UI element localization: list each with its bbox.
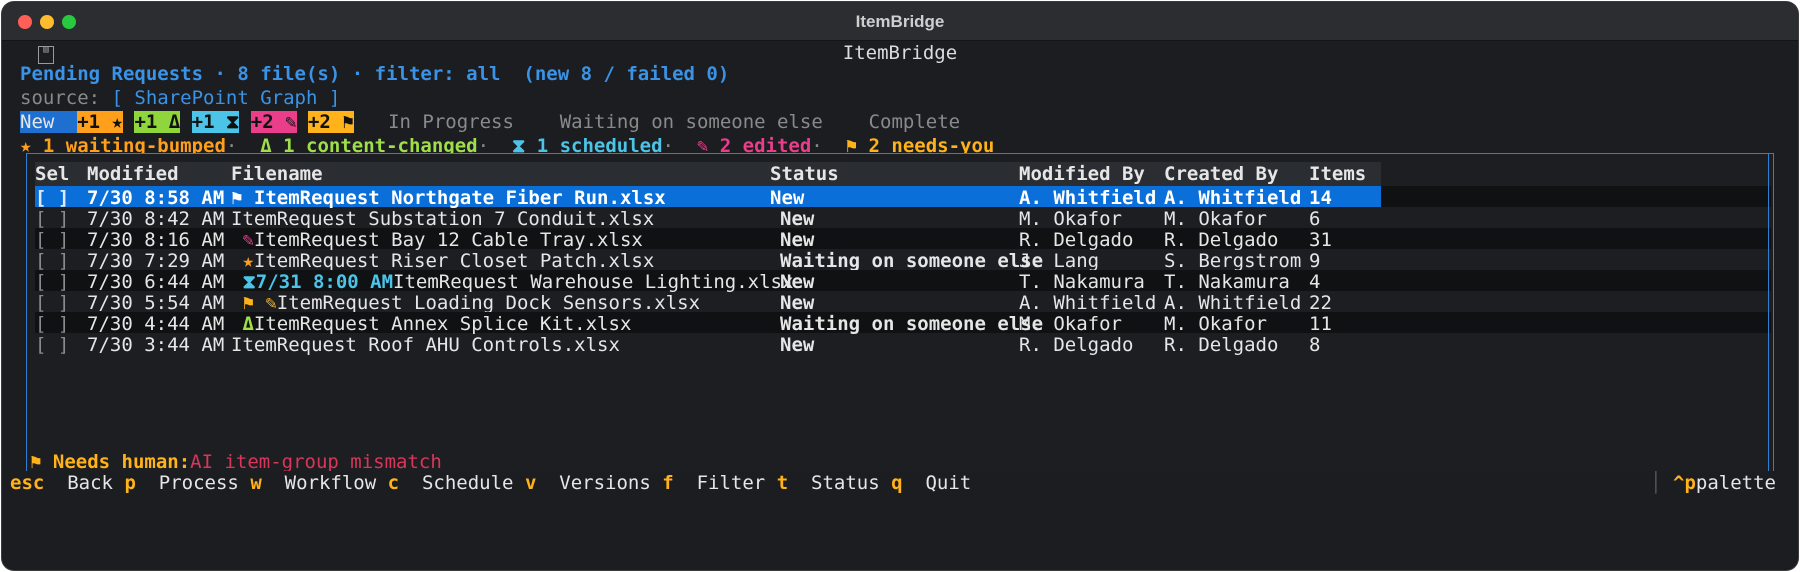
- col-modified[interactable]: Modified: [87, 162, 179, 186]
- requests-panel: Sel Modified Filename Status Modified By…: [26, 153, 1774, 487]
- titlebar: ItemBridge: [2, 2, 1798, 41]
- cell-created-by: R. Delgado: [1164, 334, 1279, 356]
- key-t[interactable]: t: [777, 472, 788, 494]
- delta-icon: Δ: [231, 313, 254, 335]
- col-status[interactable]: Status: [770, 162, 839, 186]
- tab-new[interactable]: New: [20, 111, 78, 133]
- cell-filename: ItemRequest Roof AHU Controls.xlsx: [231, 334, 620, 356]
- terminal-area: ▤ ItemBridge Pending Requests · 8 file(s…: [2, 41, 1798, 570]
- palette-hint[interactable]: │ ^ppalette: [1650, 471, 1776, 495]
- header-line: Pending Requests · 8 file(s) · filter: a…: [20, 63, 730, 85]
- key-q[interactable]: q: [891, 472, 902, 494]
- key-c[interactable]: c: [388, 472, 399, 494]
- chip-needs-you: +2 ⚑: [307, 111, 354, 133]
- versions-action[interactable]: Versions: [559, 472, 651, 494]
- table-header: Sel Modified Filename Status Modified By…: [35, 162, 1381, 186]
- back-action[interactable]: Back: [67, 472, 113, 494]
- quit-action[interactable]: Quit: [925, 472, 971, 494]
- filter-action[interactable]: Filter: [697, 472, 766, 494]
- chip-scheduled: +1 ⧗: [191, 111, 240, 133]
- cell-status: New: [780, 334, 815, 356]
- status-tabs: New +1 ★ +1 Δ +1 ⧗ +2 ✎ +2 ⚑ In Progress…: [20, 110, 1780, 134]
- tab-waiting[interactable]: Waiting on someone else: [560, 111, 823, 133]
- tab-complete[interactable]: Complete: [869, 111, 961, 133]
- hourglass-icon: ⧗7/31 8:00 AM: [231, 271, 394, 293]
- app-window: ItemBridge ▤ ItemBridge Pending Requests…: [2, 2, 1798, 570]
- workflow-action[interactable]: Workflow: [285, 472, 377, 494]
- cell-modified: 7/30 3:44 AM: [87, 334, 225, 356]
- source-value[interactable]: [ SharePoint Graph ]: [112, 87, 341, 109]
- table-row[interactable]: [ ] 7/30 8:42 AM ItemRequest Substation …: [35, 207, 1771, 230]
- chip-waiting-bumped: +1 ★: [77, 111, 123, 133]
- table-row[interactable]: [ ] 7/30 8:16 AM ✎ItemRequest Bay 12 Cab…: [35, 228, 1771, 251]
- tab-in-progress[interactable]: In Progress: [388, 111, 514, 133]
- source-label: source:: [20, 87, 101, 109]
- table-row[interactable]: [ ] 7/30 8:58 AM ⚑ ItemRequest Northgate…: [35, 186, 1771, 209]
- schedule-action[interactable]: Schedule: [422, 472, 514, 494]
- star-icon: ★: [231, 250, 254, 272]
- filter-indicator[interactable]: filter: all: [375, 63, 501, 85]
- process-action[interactable]: Process: [159, 472, 239, 494]
- row-checkbox[interactable]: [ ]: [35, 333, 69, 357]
- cell-modified-by: R. Delgado: [1019, 334, 1134, 356]
- table-row[interactable]: [ ] 7/30 5:54 AM ⚑ ✎ItemRequest Loading …: [35, 291, 1771, 314]
- flag-icon: ⚑ ✎: [231, 292, 277, 314]
- key-v[interactable]: v: [525, 472, 536, 494]
- chip-content-changed: +1 Δ: [134, 111, 181, 133]
- key-esc[interactable]: esc: [10, 472, 44, 494]
- edited-icon: ✎: [231, 229, 254, 251]
- status-action[interactable]: Status: [811, 472, 880, 494]
- key-p[interactable]: p: [124, 472, 135, 494]
- page-title: Pending Requests: [20, 63, 204, 85]
- key-w[interactable]: w: [250, 472, 261, 494]
- needs-human-reason: AI item-group mismatch: [190, 451, 442, 473]
- source-line: source: [ SharePoint Graph ]: [20, 86, 1780, 110]
- flag-icon: ⚑: [231, 187, 254, 209]
- col-filename[interactable]: Filename: [231, 162, 323, 186]
- table-row[interactable]: [ ] 7/30 6:44 AM ⧗7/31 8:00 AMItemReques…: [35, 270, 1771, 293]
- palette-label[interactable]: palette: [1696, 472, 1776, 494]
- needs-human-label: ⚑ Needs human:: [30, 451, 191, 473]
- col-modified-by[interactable]: Modified By: [1019, 162, 1145, 186]
- col-items[interactable]: Items: [1309, 162, 1366, 186]
- file-count: 8 file(s): [237, 63, 341, 85]
- panel-scrollbar[interactable]: [1768, 154, 1775, 486]
- key-f[interactable]: f: [662, 472, 673, 494]
- cell-items: 8: [1309, 334, 1321, 356]
- window-title: ItemBridge: [855, 12, 945, 31]
- table-row[interactable]: [ ] 7/30 3:44 AM ItemRequest Roof AHU Co…: [35, 333, 1771, 357]
- request-counts: (new 8 / failed 0): [523, 63, 730, 85]
- key-ctrl-p[interactable]: ^p: [1673, 472, 1696, 494]
- chip-edited: +2 ✎: [250, 111, 297, 133]
- keybinding-bar: esc Back p Process w Workflow c Schedule…: [10, 471, 1790, 495]
- col-created-by[interactable]: Created By: [1164, 162, 1278, 186]
- table-row[interactable]: [ ] 7/30 4:44 AM ΔItemRequest Annex Spli…: [35, 312, 1771, 335]
- col-sel[interactable]: Sel: [35, 162, 69, 186]
- table-row[interactable]: [ ] 7/30 7:29 AM ★ItemRequest Riser Clos…: [35, 249, 1771, 272]
